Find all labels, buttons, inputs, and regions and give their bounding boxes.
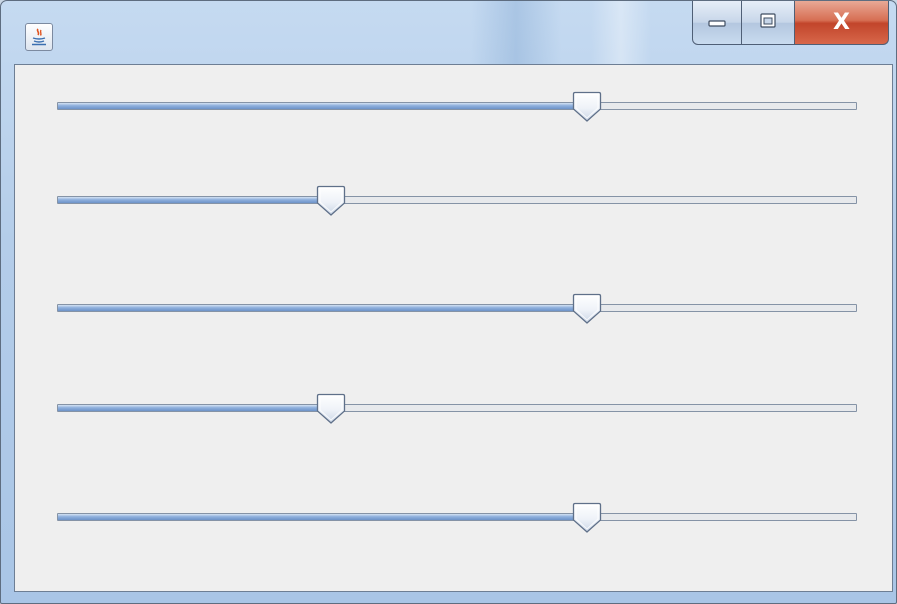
slider-track-fill [58,514,588,520]
slider-track[interactable] [57,102,857,110]
caption-buttons: X [692,1,889,45]
slider-track-fill [58,103,588,109]
slider-track[interactable] [57,513,857,521]
slider-thumb[interactable] [316,185,346,217]
slider-track-fill [58,197,332,203]
slider-track-fill [58,305,588,311]
slider-5[interactable] [57,502,857,534]
slider-thumb[interactable] [572,91,602,123]
slider-4[interactable] [57,393,857,425]
slider-thumb[interactable] [316,393,346,425]
maximize-button[interactable] [742,1,795,45]
close-icon: X [833,10,850,35]
minimize-button[interactable] [692,1,742,45]
title-bar[interactable]: X [1,1,896,63]
slider-1[interactable] [57,91,857,123]
slider-track[interactable] [57,196,857,204]
slider-track[interactable] [57,404,857,412]
slider-track[interactable] [57,304,857,312]
minimize-icon [707,13,727,32]
slider-2[interactable] [57,185,857,217]
slider-track-fill [58,405,332,411]
slider-thumb[interactable] [572,293,602,325]
slider-thumb[interactable] [572,502,602,534]
maximize-icon [758,12,778,34]
java-cup-icon[interactable] [25,23,53,51]
slider-3[interactable] [57,293,857,325]
close-button[interactable]: X [795,1,889,45]
app-window: X [0,0,897,604]
content-panel [14,64,893,592]
